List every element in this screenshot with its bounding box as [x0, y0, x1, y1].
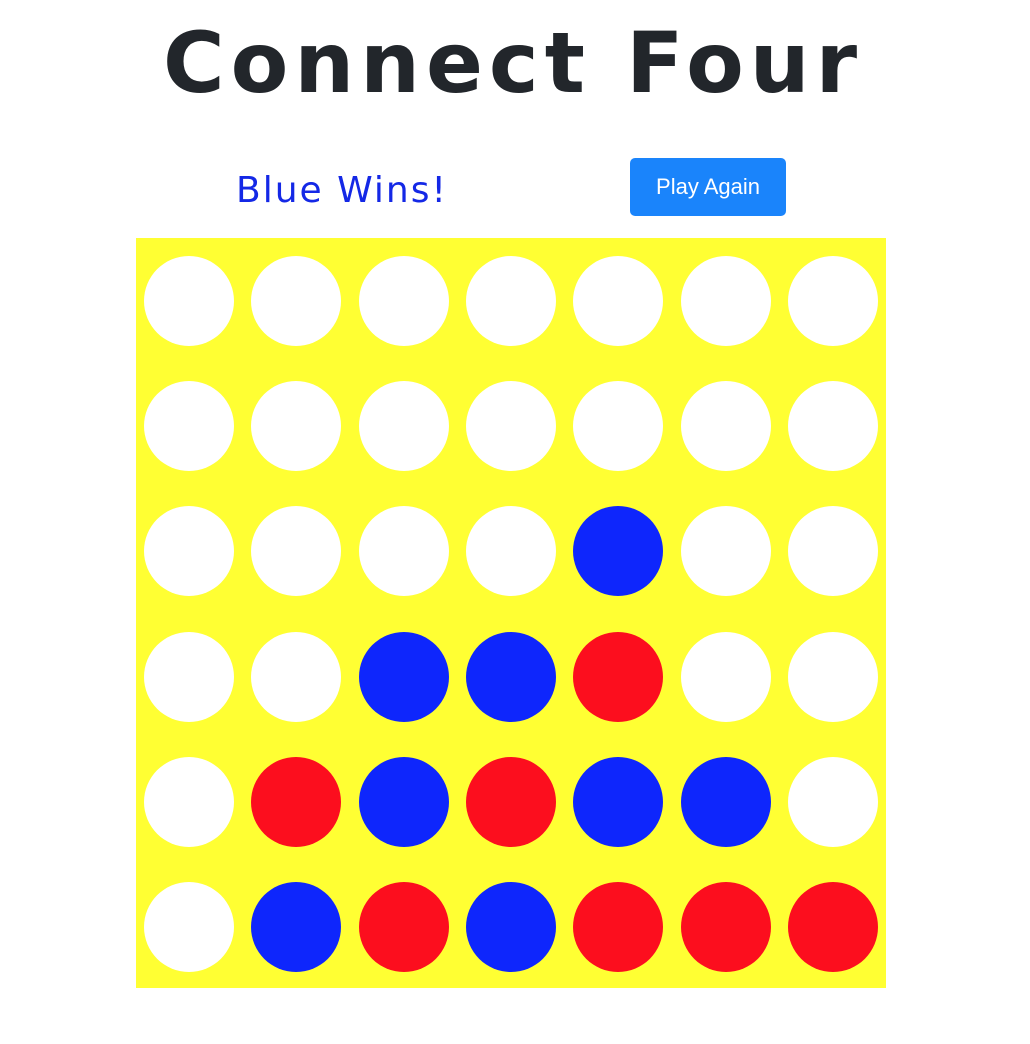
board-cell-r3-c1-empty[interactable]: [144, 506, 234, 597]
board-cell-r2-c5-empty[interactable]: [573, 381, 664, 472]
board-cell-r4-c3-blue[interactable]: [358, 631, 449, 722]
board-cell-r6-c4-blue[interactable]: [465, 881, 556, 972]
board-cell-r3-c7-empty[interactable]: [787, 506, 878, 597]
board-cell-r3-c6-empty[interactable]: [680, 506, 771, 597]
game-board: [136, 238, 886, 988]
game-status: Blue Wins!: [236, 170, 448, 211]
board-cell-r1-c6-empty[interactable]: [680, 256, 771, 346]
board-cell-r6-c2-blue[interactable]: [251, 881, 342, 972]
board-cell-r6-c5-red[interactable]: [573, 881, 664, 972]
board-cell-r4-c6-empty[interactable]: [680, 631, 771, 722]
board-cell-r3-c3-empty[interactable]: [358, 506, 449, 597]
board-cell-r2-c2-empty[interactable]: [251, 381, 342, 472]
board-cell-r1-c3-empty[interactable]: [358, 256, 449, 346]
board-cell-r4-c1-empty[interactable]: [144, 631, 234, 722]
board-cell-r3-c2-empty[interactable]: [251, 506, 342, 597]
game-page: Connect Four Blue Wins! Play Again: [0, 0, 1030, 1044]
board-cell-r2-c4-empty[interactable]: [465, 381, 556, 472]
board-cell-r2-c6-empty[interactable]: [680, 381, 771, 472]
board-cell-r3-c4-empty[interactable]: [465, 506, 556, 597]
board-cell-r1-c7-empty[interactable]: [787, 256, 878, 346]
board-cell-r5-c4-red[interactable]: [465, 756, 556, 847]
board-cell-r5-c1-empty[interactable]: [144, 756, 234, 847]
page-title: Connect Four: [162, 14, 864, 112]
board-cell-r1-c1-empty[interactable]: [144, 256, 234, 346]
board-cell-r2-c3-empty[interactable]: [358, 381, 449, 472]
board-cell-r5-c2-red[interactable]: [251, 756, 342, 847]
board-cell-r5-c6-blue[interactable]: [680, 756, 771, 847]
board-cell-r4-c4-blue[interactable]: [465, 631, 556, 722]
board-cell-r6-c3-red[interactable]: [358, 881, 449, 972]
board-cell-r4-c2-empty[interactable]: [251, 631, 342, 722]
play-again-button[interactable]: Play Again: [630, 158, 786, 216]
board-cell-r6-c1-empty[interactable]: [144, 881, 234, 972]
board-cell-r1-c2-empty[interactable]: [251, 256, 342, 346]
board-cell-r4-c7-empty[interactable]: [787, 631, 878, 722]
board-cell-r3-c5-blue[interactable]: [573, 506, 664, 597]
board-cell-r6-c6-red[interactable]: [680, 881, 771, 972]
board-cell-r6-c7-red[interactable]: [787, 881, 878, 972]
board-cell-r2-c1-empty[interactable]: [144, 381, 234, 472]
board-cell-r1-c4-empty[interactable]: [465, 256, 556, 346]
board-cell-r2-c7-empty[interactable]: [787, 381, 878, 472]
board-cell-r4-c5-red[interactable]: [573, 631, 664, 722]
board-cell-r5-c5-blue[interactable]: [573, 756, 664, 847]
board-cell-r1-c5-empty[interactable]: [573, 256, 664, 346]
board-cell-r5-c3-blue[interactable]: [358, 756, 449, 847]
board-cell-r5-c7-empty[interactable]: [787, 756, 878, 847]
